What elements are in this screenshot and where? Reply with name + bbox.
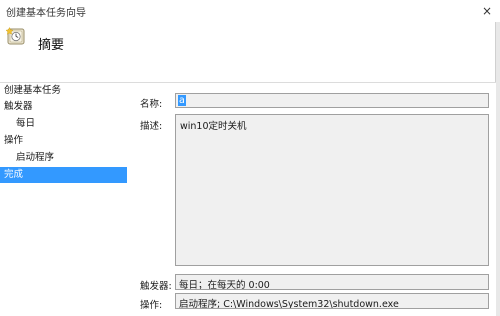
name-value: a	[178, 95, 186, 106]
step-label: 触发器	[4, 101, 33, 112]
trigger-value: 每日；在每天的 0:00	[179, 280, 270, 290]
title-bar: 创建基本任务向导 ×	[0, 0, 500, 22]
step-trigger[interactable]: 触发器	[4, 99, 126, 115]
page-title: 摘要	[38, 38, 65, 53]
step-label: 操作	[4, 135, 24, 146]
step-action[interactable]: 操作	[4, 133, 126, 149]
wizard-steps-sidebar: 创建基本任务 触发器 每日 操作 启动程序 完成	[0, 83, 128, 316]
description-field[interactable]: win10定时关机	[175, 114, 489, 266]
step-finish[interactable]: 完成	[0, 167, 127, 183]
step-start-program[interactable]: 启动程序	[16, 150, 126, 166]
wizard-header: 摘要	[0, 22, 500, 80]
summary-panel: 名称: a 描述: win10定时关机 触发器: 每日；在每天的 0:00 操作…	[128, 83, 496, 316]
step-daily[interactable]: 每日	[16, 116, 126, 132]
trigger-field: 每日；在每天的 0:00	[175, 274, 489, 290]
name-label: 名称:	[140, 99, 163, 110]
description-label: 描述:	[140, 121, 163, 132]
action-label: 操作:	[140, 300, 163, 311]
action-field: 启动程序; C:\Windows\System32\shutdown.exe	[175, 293, 489, 309]
close-button[interactable]: ×	[476, 2, 498, 20]
task-wizard-clock-icon	[5, 26, 26, 46]
step-label: 创建基本任务	[4, 85, 62, 96]
step-label: 每日	[16, 118, 36, 129]
task-wizard-window: 创建基本任务向导 × 摘要 创建基本任务 触发器 每日 操作 启动程序 完成 名…	[0, 0, 500, 316]
step-label: 完成	[4, 169, 24, 180]
trigger-label: 触发器:	[140, 281, 172, 292]
close-icon: ×	[481, 4, 493, 18]
window-title: 创建基本任务向导	[6, 8, 86, 19]
step-label: 启动程序	[16, 152, 55, 163]
description-value: win10定时关机	[180, 121, 247, 132]
action-value: 启动程序; C:\Windows\System32\shutdown.exe	[179, 299, 399, 309]
step-create-basic-task[interactable]: 创建基本任务	[4, 83, 126, 99]
name-field[interactable]: a	[175, 93, 489, 108]
